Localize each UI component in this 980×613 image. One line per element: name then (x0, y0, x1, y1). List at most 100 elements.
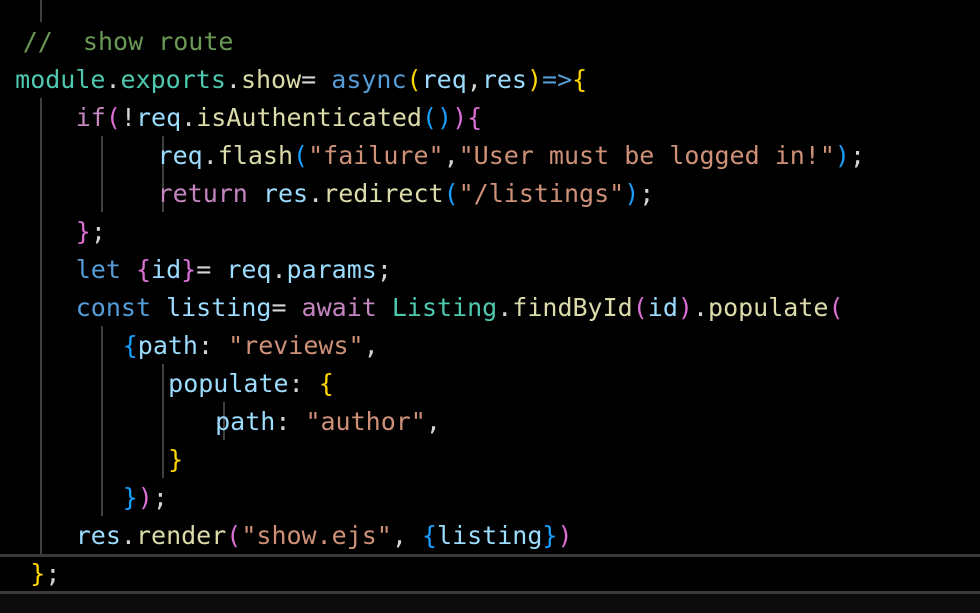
code-token: , (443, 141, 459, 170)
code-token: } (75, 217, 91, 246)
code-token: params (286, 255, 377, 284)
code-token: { (318, 369, 334, 398)
code-token: { (467, 103, 483, 132)
code-token: = (196, 255, 227, 284)
code-line[interactable]: // show route (0, 23, 980, 61)
code-token: { (135, 255, 152, 284)
code-token: = (271, 293, 302, 322)
code-line[interactable]: path: "author", (0, 403, 980, 441)
code-token: await (301, 293, 377, 322)
code-token: ) (557, 521, 573, 550)
code-line[interactable]: }); (0, 479, 980, 517)
code-token: Listing (391, 293, 498, 322)
code-token: ) (526, 65, 543, 94)
code-token: req (226, 255, 272, 284)
code-token: id (151, 255, 182, 284)
code-token: , (363, 331, 379, 360)
code-line[interactable]: }; (0, 555, 980, 593)
code-token: "show.ejs" (241, 521, 392, 550)
code-token: . (120, 521, 136, 550)
code-token: { (122, 331, 138, 360)
code-token: : (288, 369, 319, 398)
code-line[interactable]: } (0, 441, 980, 479)
code-token: } (122, 483, 138, 512)
code-line[interactable]: module.exports.show= async(req,res)=>{ (0, 61, 980, 99)
code-token: return (157, 179, 248, 208)
code-token: res (75, 521, 121, 550)
code-token: ; (639, 179, 655, 208)
code-token: path (215, 407, 276, 436)
code-token: module (15, 65, 106, 94)
code-token: id (647, 293, 678, 322)
code-token: : (275, 407, 306, 436)
code-token: ; (849, 141, 866, 170)
code-token: "author" (305, 407, 426, 436)
code-token: populate (168, 369, 289, 398)
code-token: = (301, 65, 332, 94)
code-token: } (181, 255, 197, 284)
code-token: ; (376, 255, 392, 284)
code-token: ; (45, 559, 61, 588)
code-token: . (692, 293, 709, 322)
code-token: ( (632, 293, 648, 322)
code-line[interactable]: {path: "reviews", (0, 327, 980, 365)
code-token: () (421, 103, 453, 132)
code-token: ( (293, 141, 309, 170)
code-token: . (271, 255, 287, 284)
code-token: . (105, 65, 121, 94)
code-line[interactable]: req.flash("failure","User must be logged… (0, 137, 980, 175)
code-token: } (168, 445, 184, 474)
code-token: // show route (22, 27, 234, 56)
code-token: ) (677, 293, 693, 322)
code-token: } (542, 521, 558, 550)
code-token: } (30, 559, 46, 588)
code-line[interactable]: return res.redirect("/listings"); (0, 175, 980, 213)
code-token: listing (166, 293, 272, 322)
code-line[interactable]: if(!req.isAuthenticated()){ (0, 99, 980, 137)
code-token: if (75, 103, 106, 132)
code-token: res (262, 179, 309, 208)
code-token: flash (217, 141, 294, 170)
code-token: ) (624, 179, 640, 208)
code-token: : (197, 331, 229, 360)
code-token: isAuthenticated (196, 103, 422, 132)
code-token: { (572, 65, 588, 94)
code-token: listing (437, 521, 543, 550)
code-token: "/listings" (458, 179, 625, 208)
code-editor[interactable]: // show route module.exports.show= async(… (0, 0, 980, 613)
code-token: ; (152, 483, 168, 512)
code-token: const (75, 293, 152, 322)
code-token: ( (443, 179, 459, 208)
code-token: . (497, 293, 513, 322)
indent-guide (40, 0, 42, 22)
code-token: let (75, 255, 121, 284)
code-line[interactable]: populate: { (0, 365, 980, 403)
code-line[interactable]: const listing= await Listing.findById(id… (0, 289, 980, 327)
code-token: render (135, 521, 227, 550)
code-token: ! (120, 103, 136, 132)
code-token: async (331, 65, 407, 94)
code-token: , (466, 65, 482, 94)
code-token: . (225, 65, 241, 94)
code-token: . (202, 141, 218, 170)
code-token: show (240, 65, 302, 94)
code-token: "User must be logged in!" (458, 141, 835, 170)
code-line[interactable]: }; (0, 213, 980, 251)
code-token: , (425, 407, 441, 436)
code-token: ) (137, 483, 153, 512)
code-token: . (308, 179, 324, 208)
code-line[interactable]: res.render("show.ejs", {listing}) (0, 517, 980, 555)
code-token: ; (90, 217, 106, 246)
code-token: findById (512, 293, 633, 322)
editor-bottom-area (0, 594, 980, 613)
code-token: ( (828, 293, 844, 322)
code-token: => (542, 65, 573, 94)
code-token: ( (105, 103, 121, 132)
code-token: path (137, 331, 198, 360)
code-line[interactable]: let {id}= req.params; (0, 251, 980, 289)
code-token: res (481, 65, 527, 94)
